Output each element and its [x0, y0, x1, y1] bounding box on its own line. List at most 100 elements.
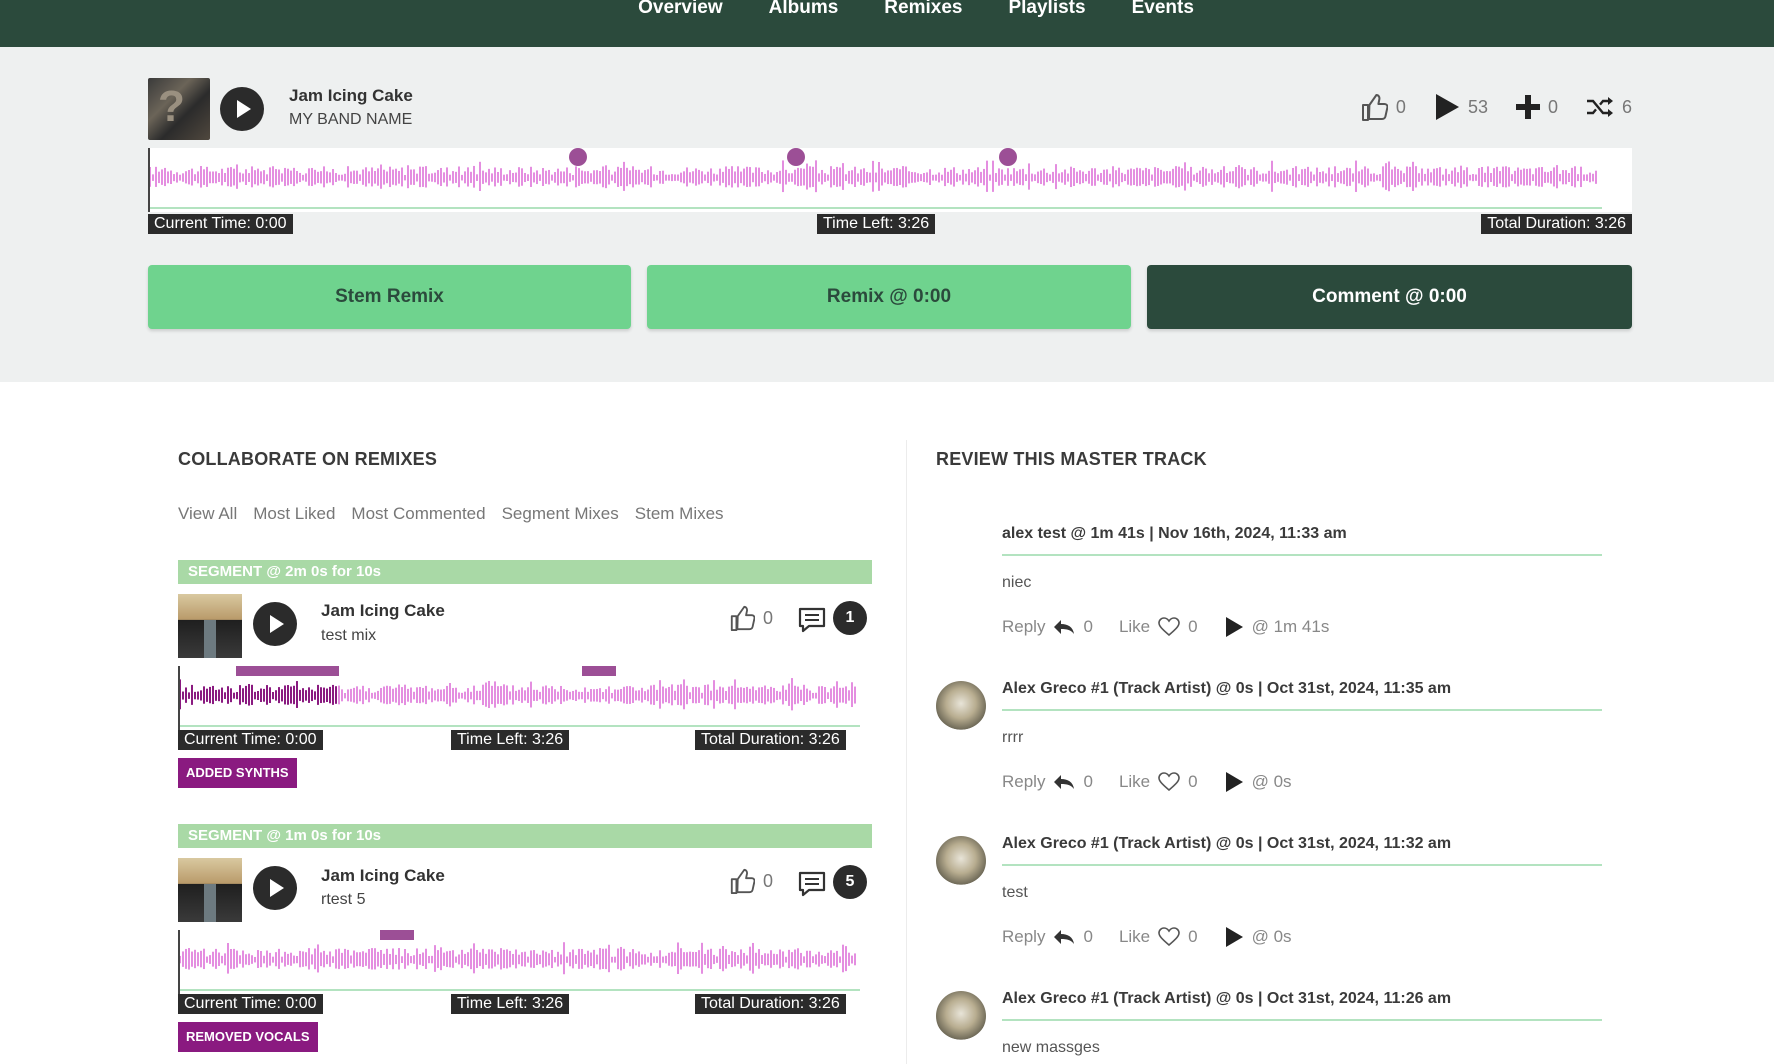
add-stat[interactable]: 0 [1515, 95, 1558, 119]
comment-divider [1002, 864, 1602, 866]
remix-tag: REMOVED VOCALS [178, 1022, 318, 1052]
reply-count: 0 [1083, 927, 1093, 946]
comment-body: rrrr [1002, 729, 1024, 746]
reply-link[interactable]: Reply [1002, 772, 1045, 792]
filter-most-liked[interactable]: Most Liked [253, 504, 335, 524]
remix-filters: View All Most Liked Most Commented Segme… [178, 504, 724, 524]
comment-at-button[interactable]: Comment @ 0:00 [1147, 265, 1632, 329]
filter-most-commented[interactable]: Most Commented [351, 504, 485, 524]
nav-albums[interactable]: Albums [769, 0, 839, 18]
shuffle-icon [1586, 96, 1614, 118]
remix-stat[interactable]: 6 [1586, 96, 1632, 118]
like-link[interactable]: Like [1119, 772, 1150, 792]
play-button[interactable] [220, 87, 264, 131]
nav-events[interactable]: Events [1132, 0, 1194, 18]
main-waveform[interactable]: Current Time: 0:00 Time Left: 3:26 Total… [148, 148, 1632, 234]
artist-name: MY BAND NAME [289, 111, 413, 128]
comment-header: alex test @ 1m 41s | Nov 16th, 2024, 11:… [1002, 525, 1347, 542]
like-stat[interactable]: 0 [1360, 92, 1406, 122]
comment-header: Alex Greco #1 (Track Artist) @ 0s | Oct … [1002, 680, 1452, 697]
current-time-label: Current Time: 0:00 [178, 730, 323, 750]
comment-icon[interactable] [798, 607, 826, 633]
track-stats: 0 53 0 6 [1342, 90, 1632, 124]
nav-remixes[interactable]: Remixes [884, 0, 962, 18]
segment-range-marker [380, 930, 414, 940]
review-title: REVIEW THIS MASTER TRACK [936, 449, 1207, 469]
avatar [936, 681, 986, 731]
heart-icon[interactable] [1158, 772, 1180, 792]
reply-icon[interactable] [1053, 929, 1075, 945]
comment-header: Alex Greco #1 (Track Artist) @ 0s | Oct … [1002, 835, 1452, 852]
filter-stem-mixes[interactable]: Stem Mixes [635, 504, 724, 524]
like-count: 0 [1188, 772, 1198, 791]
heart-icon[interactable] [1158, 617, 1180, 637]
comment-divider [1002, 1019, 1602, 1021]
segment-header: SEGMENT @ 1m 0s for 10s [178, 824, 872, 848]
remix-cover [178, 858, 242, 922]
comment-actions: Reply 0 Like 0 @ 0s [1002, 926, 1292, 948]
player-header: Jam Icing Cake MY BAND NAME 0 53 0 6 [148, 78, 1632, 140]
remix-like-stat[interactable]: 0 [729, 866, 773, 896]
like-link[interactable]: Like [1119, 927, 1150, 947]
play-count-icon [1434, 93, 1460, 121]
play-at-time[interactable]: @ 0s [1252, 772, 1292, 792]
like-link[interactable]: Like [1119, 617, 1150, 637]
remix-play-button[interactable] [253, 866, 297, 910]
play-at-time[interactable]: @ 0s [1252, 927, 1292, 947]
play-at-icon[interactable] [1224, 926, 1244, 948]
waveform-graphic [148, 148, 1602, 212]
remix-tag: ADDED SYNTHS [178, 758, 297, 788]
reply-link[interactable]: Reply [1002, 927, 1045, 947]
waveform-strip[interactable] [148, 148, 1632, 212]
reply-icon[interactable] [1053, 619, 1075, 635]
comment-icon[interactable] [798, 871, 826, 897]
time-left-label: Time Left: 3:26 [817, 214, 936, 234]
avatar [936, 836, 986, 886]
play-stat: 53 [1434, 93, 1488, 121]
remix-waveform[interactable] [178, 666, 872, 736]
remix-title: Jam Icing Cake [321, 601, 445, 620]
remix-at-button[interactable]: Remix @ 0:00 [647, 265, 1131, 329]
play-at-time[interactable]: @ 1m 41s [1252, 617, 1330, 637]
current-time-label: Current Time: 0:00 [148, 214, 293, 234]
plus-icon [1515, 95, 1540, 119]
remix-cover [178, 594, 242, 658]
add-count: 0 [1547, 96, 1558, 117]
comment-body: niec [1002, 574, 1032, 591]
comment-header: Alex Greco #1 (Track Artist) @ 0s | Oct … [1002, 990, 1452, 1007]
nav-overview[interactable]: Overview [638, 0, 723, 18]
heart-icon[interactable] [1158, 927, 1180, 947]
play-at-icon[interactable] [1224, 771, 1244, 793]
remix-subtitle: rtest 5 [321, 891, 366, 908]
comment-count-badge: 5 [833, 865, 867, 899]
column-divider [906, 440, 907, 1064]
total-duration-label: Total Duration: 3:26 [695, 730, 846, 750]
thumbs-up-icon [730, 605, 755, 631]
comment-marker[interactable] [999, 148, 1017, 166]
segment-range-marker [236, 666, 339, 676]
total-duration-label: Total Duration: 3:26 [695, 994, 846, 1014]
comment-marker[interactable] [582, 666, 616, 676]
reply-icon[interactable] [1053, 774, 1075, 790]
comment-marker[interactable] [569, 148, 587, 166]
comment-actions: Reply 0 Like 0 @ 0s [1002, 771, 1292, 793]
reply-count: 0 [1083, 617, 1093, 636]
reply-link[interactable]: Reply [1002, 617, 1045, 637]
comment-marker[interactable] [787, 148, 805, 166]
remix-count: 6 [1621, 96, 1632, 117]
album-cover [148, 78, 210, 140]
remix-play-button[interactable] [253, 602, 297, 646]
comment-count-badge: 1 [833, 601, 867, 635]
total-duration-label: Total Duration: 3:26 [1481, 214, 1632, 234]
nav-playlists[interactable]: Playlists [1008, 0, 1085, 18]
filter-segment-mixes[interactable]: Segment Mixes [502, 504, 619, 524]
remix-like-count: 0 [763, 607, 774, 628]
play-at-icon[interactable] [1224, 616, 1244, 638]
track-title: Jam Icing Cake [289, 86, 413, 105]
comment-divider [1002, 554, 1602, 556]
remix-like-stat[interactable]: 0 [729, 603, 773, 633]
like-count: 0 [1188, 617, 1198, 636]
remix-waveform[interactable] [178, 930, 872, 1000]
filter-view-all[interactable]: View All [178, 504, 237, 524]
stem-remix-button[interactable]: Stem Remix [148, 265, 631, 329]
